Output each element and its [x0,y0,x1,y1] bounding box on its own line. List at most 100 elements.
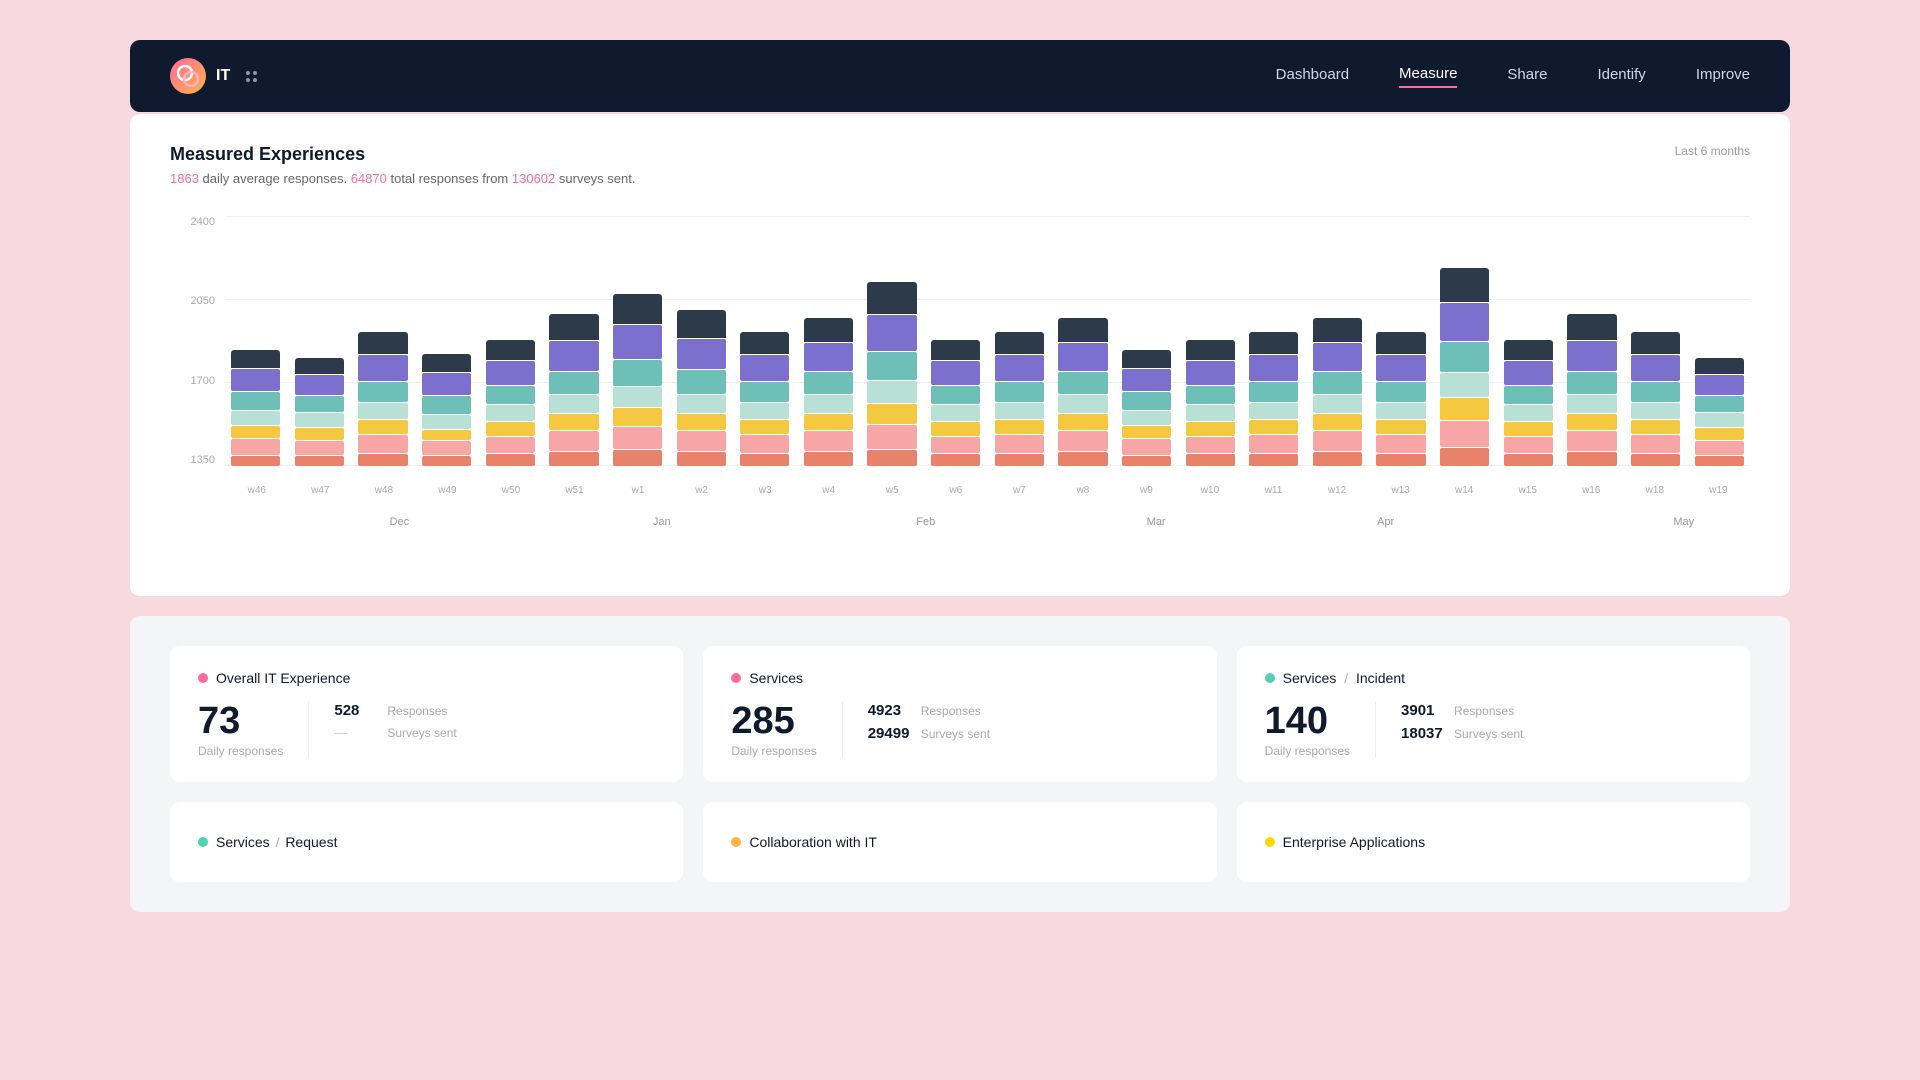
week-group-w12 [1307,318,1369,466]
bar-segment [677,339,726,369]
card-dot-services [731,673,741,683]
bar-segment [358,435,407,453]
bars-container [225,216,1750,466]
x-label-w11: w11 [1242,485,1306,496]
bar-segment [931,340,980,360]
month-label-feb: Feb [916,516,935,528]
x-label-w2: w2 [670,485,734,496]
bar-segment [677,370,726,394]
bar-stack-w3 [734,332,796,466]
nav-identify[interactable]: Identify [1597,66,1645,87]
bar-segment [1249,403,1298,419]
bar-segment [549,452,598,466]
bar-segment [231,369,280,391]
bar-segment [358,332,407,354]
month-labels: DecJanFebMarAprMay [225,516,1805,536]
week-group-w2 [670,310,732,466]
bar-segment [613,294,662,324]
week-group-w49 [416,354,478,466]
bar-segment [867,404,916,424]
bar-segment [1058,318,1107,342]
bar-segment [867,425,916,449]
bar-segment [1440,268,1489,302]
week-group-w8 [1052,318,1114,466]
bar-stack-w11 [1243,332,1305,466]
bar-segment [740,355,789,381]
bar-segment [677,395,726,413]
card-stat-528: 528 [334,702,379,719]
bar-segment [486,454,535,466]
card-title-enterprise: Enterprise Applications [1283,834,1425,850]
bar-segment [1504,386,1553,404]
bar-segment [358,420,407,434]
card-stat-label-surveys: Surveys sent [387,726,456,740]
bar-segment [1376,403,1425,419]
bar-segment [1631,332,1680,354]
chart-body: w46w47w48w49w50w51w1w2w3w4w5w6w7w8w9w10w… [225,216,1750,496]
bar-segment [1440,398,1489,420]
card-stat-dash: — [334,725,379,740]
chart-period: Last 6 months [1675,144,1750,158]
bar-stack-w19 [1688,358,1750,466]
bar-stack-w5 [861,282,923,466]
card-collaboration: Collaboration with IT [703,802,1216,882]
bar-segment [1186,405,1235,421]
bar-segment [1313,414,1362,430]
grid-icon[interactable] [246,71,257,82]
bar-stack-w8 [1052,318,1114,466]
bar-segment [486,405,535,421]
x-label-w49: w49 [416,485,480,496]
bar-segment [549,372,598,394]
bar-segment [1376,382,1425,402]
card-title-incident: Services [1283,670,1337,686]
bar-segment [867,450,916,466]
bar-stack-w46 [225,350,287,466]
bar-segment [486,422,535,436]
bar-segment [1249,382,1298,402]
card-stat-label-surveys-3: Surveys sent [1454,727,1523,741]
week-group-w7 [989,332,1051,466]
card-title-services: Services [749,670,803,686]
nav-dashboard[interactable]: Dashboard [1276,66,1349,87]
bar-segment [486,340,535,360]
month-label-jan: Jan [653,516,671,528]
bar-segment [867,282,916,314]
bar-segment [931,437,980,453]
bar-segment [1249,454,1298,466]
bar-segment [1631,382,1680,402]
bar-segment [1186,454,1235,466]
card-score-overall: 73 [198,702,283,740]
bar-segment [1186,340,1235,360]
x-label-w10: w10 [1178,485,1242,496]
x-label-w15: w15 [1496,485,1560,496]
bar-segment [804,372,853,394]
chart-area: 2400 2050 1700 1350 w46w47w48w49w50w51w1… [170,216,1750,496]
card-title-overall: Overall IT Experience [216,670,350,686]
week-group-w10 [1179,340,1241,466]
bar-segment [422,430,471,440]
bar-segment [613,408,662,426]
bar-segment [1122,369,1171,391]
x-label-w47: w47 [289,485,353,496]
bar-segment [677,310,726,338]
bar-stack-w18 [1625,332,1687,466]
bar-segment [931,386,980,404]
nav-measure[interactable]: Measure [1399,65,1457,88]
x-label-w5: w5 [860,485,924,496]
nav-improve[interactable]: Improve [1696,66,1750,87]
week-group-w18 [1625,332,1687,466]
bar-segment [1504,422,1553,436]
bar-segment [231,439,280,455]
bar-segment [1504,405,1553,421]
bar-segment [995,332,1044,354]
bar-segment [1376,435,1425,453]
chart-subtitle: 1863 daily average responses. 64870 tota… [170,171,635,186]
week-group-w46 [225,350,287,466]
bar-segment [1567,414,1616,430]
card-title-collaboration: Collaboration with IT [749,834,877,850]
card-stat-3901: 3901 [1401,702,1446,719]
nav-share[interactable]: Share [1507,66,1547,87]
bar-stack-w6 [925,340,987,466]
week-group-w16 [1561,314,1623,466]
bar-segment [1631,420,1680,434]
